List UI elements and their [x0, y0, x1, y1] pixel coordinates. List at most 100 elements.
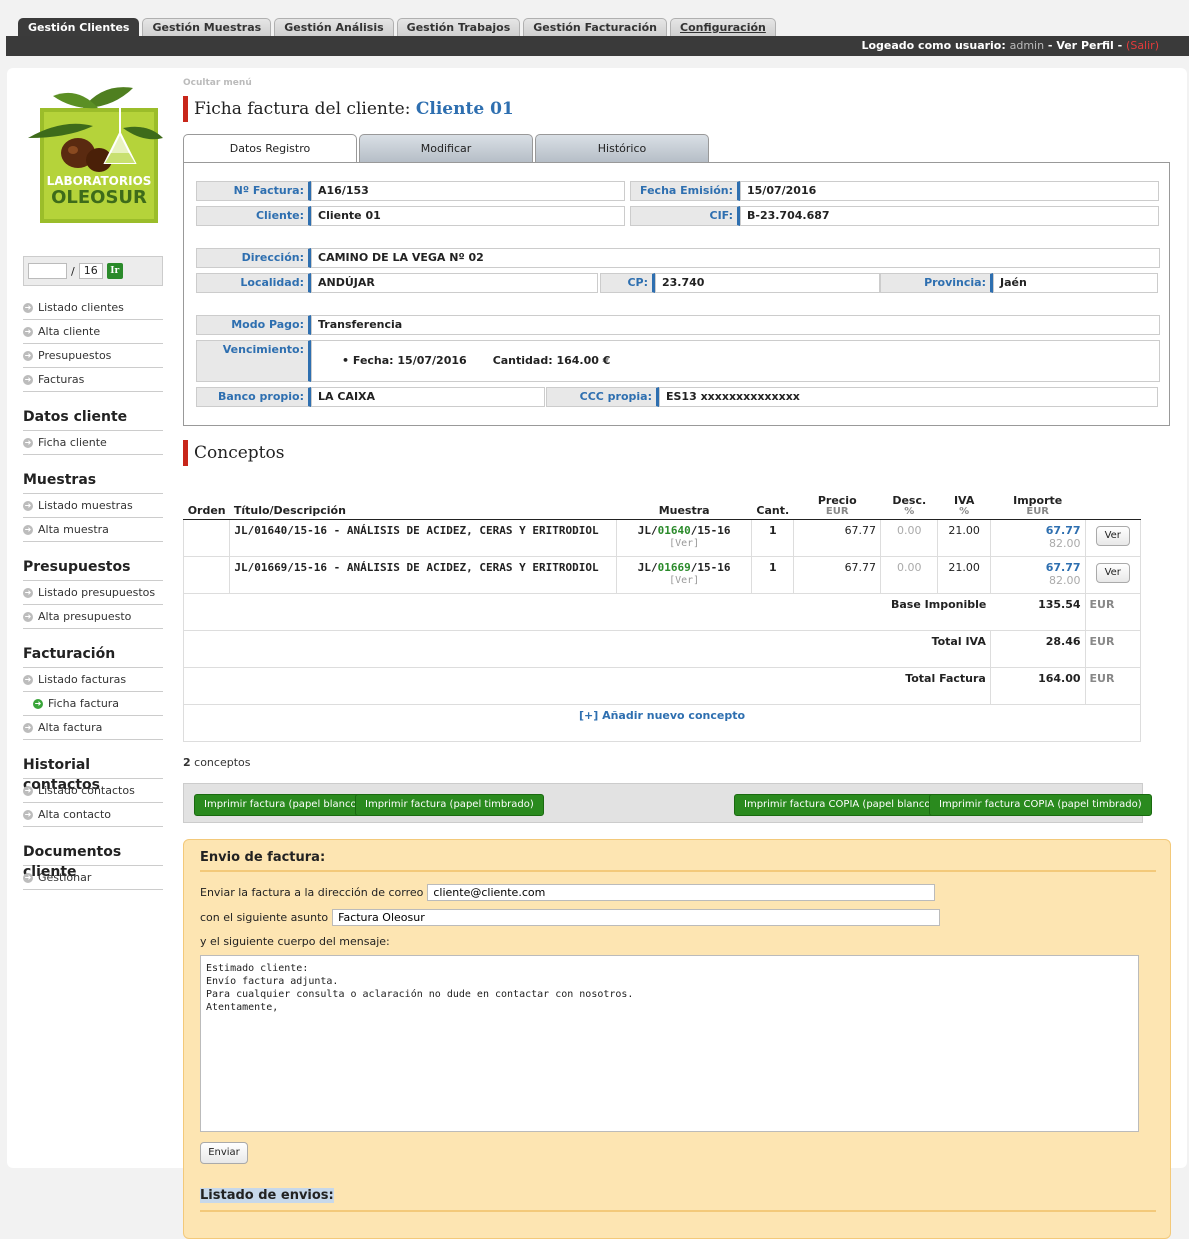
asunto-row: con el siguiente asunto	[200, 909, 941, 926]
tab-gestion-muestras[interactable]: Gestión Muestras	[142, 18, 272, 36]
print-timbrado-button[interactable]: Imprimir factura (papel timbrado)	[355, 794, 544, 816]
sidebar-item-alta-muestra[interactable]: ➜ Alta muestra	[23, 518, 163, 542]
main-tabs: Gestión Clientes Gestión Muestras Gestió…	[18, 18, 776, 36]
hide-menu-link[interactable]: Ocultar menú	[183, 78, 1173, 90]
base-imponible-row: Base Imponible 135.54 EUR	[183, 593, 1142, 631]
ver-perfil-link[interactable]: Ver Perfil	[1056, 39, 1114, 52]
page-number-input[interactable]	[28, 263, 67, 279]
localidad-value: ANDÚJAR	[311, 273, 598, 293]
sidebar-item-listado-presupuestos[interactable]: ➜ Listado presupuestos	[23, 581, 163, 605]
banco-label: Banco propio:	[196, 387, 311, 407]
sidebar-item-ficha-factura[interactable]: ➜ Ficha factura	[23, 692, 163, 716]
muestra-prefix: JL/	[637, 561, 658, 574]
message-body-textarea[interactable]: Estimado cliente: Envío factura adjunta.…	[200, 955, 1139, 1132]
arrow-right-icon: ➜	[23, 722, 33, 733]
arrow-right-icon: ➜	[23, 611, 33, 622]
add-concepto-link[interactable]: [+] Añadir nuevo concepto	[183, 704, 1141, 742]
ver-button[interactable]: Ver	[1095, 526, 1130, 546]
cuerpo-label: y el siguiente cuerpo del mensaje:	[200, 935, 390, 948]
top-navigation: Gestión Clientes Gestión Muestras Gestió…	[6, 0, 1189, 56]
tab-gestion-trabajos[interactable]: Gestión Trabajos	[396, 18, 521, 36]
n-factura-label: Nº Factura:	[196, 181, 311, 201]
sidebar-item-listado-muestras[interactable]: ➜ Listado muestras	[23, 494, 163, 518]
cell-precio: 67.77	[793, 519, 882, 557]
tab-historico[interactable]: Histórico	[535, 134, 709, 162]
sidebar-item-listado-clientes[interactable]: ➜ Listado clientes	[23, 296, 163, 320]
muestra-ver-link[interactable]: [Ver]	[621, 537, 747, 550]
base-imponible-label: Base Imponible	[183, 593, 991, 631]
sidebar-item-label: Facturas	[38, 373, 85, 386]
cell-importe: 67.77 82.00	[989, 556, 1086, 594]
cell-actions: Ver	[1084, 556, 1142, 594]
sidebar-item-label: Presupuestos	[38, 349, 112, 362]
client-menu: ➜ Listado clientes ➜ Alta cliente ➜ Presupu…	[23, 296, 163, 392]
tab-gestion-clientes[interactable]: Gestión Clientes	[18, 18, 140, 36]
importe-value: 67.77	[1045, 524, 1081, 537]
cell-importe: 67.77 82.00	[989, 519, 1086, 557]
table-row: JL/01669/15-16 - ANÁLISIS DE ACIDEZ, CER…	[182, 556, 1142, 594]
arrow-right-icon: ➜	[23, 374, 33, 385]
logout-link[interactable]: (Salir)	[1126, 39, 1159, 52]
sidebar-item-ficha-cliente[interactable]: ➜ Ficha cliente	[23, 431, 163, 455]
listado-envios-text: Listado de envios:	[200, 1188, 334, 1203]
fecha-emision-value: 15/07/2016	[740, 181, 1159, 201]
cp-label: CP:	[600, 273, 655, 293]
table-header: Orden Título/Descripción Muestra Cant. P…	[183, 492, 1141, 520]
cell-precio: 67.77	[793, 556, 882, 594]
sidebar-item-alta-cliente[interactable]: ➜ Alta cliente	[23, 320, 163, 344]
asunto-field[interactable]	[332, 909, 941, 926]
vencimiento-value: • Fecha: 15/07/2016 Cantidad: 164.00 €	[311, 340, 1160, 382]
provincia-label: Provincia:	[880, 273, 993, 293]
sidebar-item-label: Alta contacto	[38, 808, 112, 821]
sidebar-item-facturas[interactable]: ➜ Facturas	[23, 368, 163, 392]
sidebar-item-presupuestos[interactable]: ➜ Presupuestos	[23, 344, 163, 368]
cell-iva: 21.00	[937, 519, 991, 557]
print-blanco-button[interactable]: Imprimir factura (papel blanco)	[194, 794, 371, 816]
sidebar-item-listado-facturas[interactable]: ➜ Listado facturas	[23, 668, 163, 692]
sidebar-item-alta-presupuesto[interactable]: ➜ Alta presupuesto	[23, 605, 163, 629]
total-iva-row: Total IVA 28.46 EUR	[183, 630, 1142, 668]
add-concepto-row: [+] Añadir nuevo concepto	[183, 704, 1141, 742]
tab-datos-registro[interactable]: Datos Registro	[183, 134, 357, 163]
go-button[interactable]: Ir	[106, 263, 123, 279]
col-titulo: Título/Descripción	[229, 492, 617, 520]
col-precio: Precio EUR	[793, 492, 881, 520]
group-historial-contactos: Historial contactos ➜ Listado contactos ➜…	[23, 755, 163, 827]
vencimiento-cantidad: Cantidad: 164.00 €	[492, 354, 611, 367]
cell-descuento: 0.00	[880, 519, 939, 557]
arrow-right-icon: ➜	[23, 674, 33, 685]
vencimiento-label: Vencimiento:	[196, 340, 311, 382]
sidebar-item-alta-factura[interactable]: ➜ Alta factura	[23, 716, 163, 740]
print-copia-timbrado-button[interactable]: Imprimir factura COPIA (papel timbrado)	[929, 794, 1152, 816]
sidebar-item-label: Listado facturas	[38, 673, 127, 686]
n-factura-value: A16/153	[311, 181, 625, 201]
col-iva-unit: %	[959, 506, 970, 517]
total-factura-label: Total Factura	[183, 667, 991, 705]
tab-gestion-facturacion[interactable]: Gestión Facturación	[523, 18, 667, 36]
fecha-emision-label: Fecha Emisión:	[630, 181, 740, 201]
arrow-right-icon: ➜	[23, 587, 33, 598]
print-copia-blanco-button[interactable]: Imprimir factura COPIA (papel blanco)	[734, 794, 945, 816]
table-row: JL/01640/15-16 - ANÁLISIS DE ACIDEZ, CER…	[182, 519, 1142, 557]
tab-configuracion[interactable]: Configuración	[670, 18, 776, 36]
sidebar-item-label: Alta cliente	[38, 325, 101, 338]
user-bar: Logeado como usuario: admin - Ver Perfil…	[6, 36, 1189, 56]
tab-modificar[interactable]: Modificar	[359, 134, 533, 162]
cell-descripcion: JL/01640/15-16 - ANÁLISIS DE ACIDEZ, CER…	[229, 519, 618, 557]
email-label: Enviar la factura a la dirección de corr…	[200, 886, 424, 899]
sidebar-item-alta-contacto[interactable]: ➜ Alta contacto	[23, 803, 163, 827]
pager-separator: /	[71, 264, 75, 278]
muestra-link[interactable]: 01669	[658, 561, 691, 574]
email-field[interactable]	[427, 884, 936, 901]
cliente-value: Cliente 01	[311, 206, 625, 226]
cell-cant: 1	[751, 556, 795, 594]
form-tabs: Datos Registro Modificar Histórico	[183, 134, 1173, 163]
col-desc-unit: %	[904, 506, 915, 517]
conceptos-count-number: 2	[183, 756, 191, 769]
ver-button[interactable]: Ver	[1095, 563, 1130, 583]
conceptos-heading: Conceptos	[183, 440, 1173, 466]
tab-gestion-analisis[interactable]: Gestión Análisis	[274, 18, 394, 36]
banco-value: LA CAIXA	[311, 387, 545, 407]
muestra-ver-link[interactable]: [Ver]	[621, 574, 747, 587]
muestra-link[interactable]: 01640	[658, 524, 691, 537]
